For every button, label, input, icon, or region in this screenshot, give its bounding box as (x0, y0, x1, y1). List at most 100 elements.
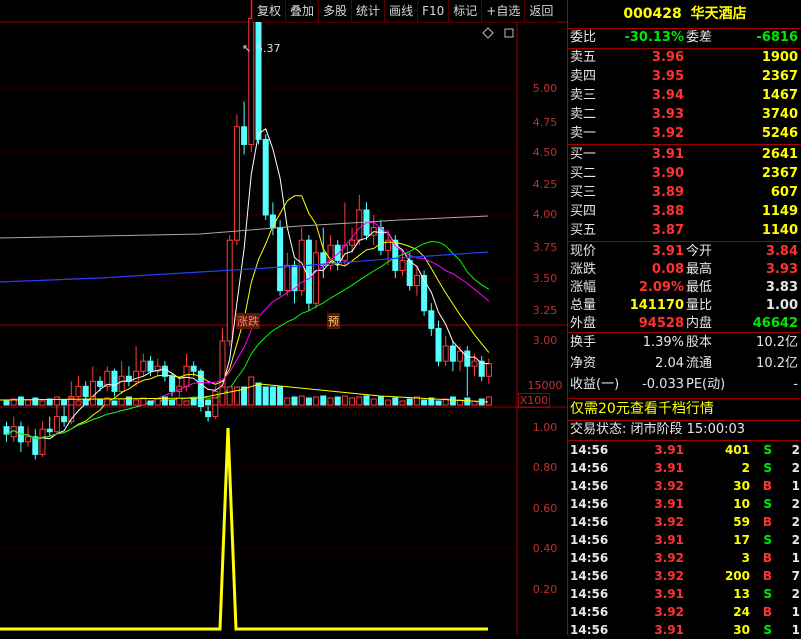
stat-value: 1.00 (765, 298, 798, 313)
tick-time: 14:56 (570, 551, 609, 565)
bid-volume: 1149 (761, 204, 798, 219)
volume-bar (320, 395, 327, 406)
volume-bar (75, 400, 82, 406)
stat-value: 3.83 (765, 280, 798, 295)
volume-bar (356, 396, 363, 406)
volume-bar (133, 399, 140, 406)
candle (111, 368, 118, 397)
stat-value: 0.08 (651, 262, 684, 277)
toolbar-button[interactable]: 画线 (384, 0, 417, 22)
tick-count: 1 (791, 623, 800, 637)
volume-bar (154, 398, 161, 406)
tick-row[interactable]: 14:56 3.91 17 S 2 (568, 531, 801, 549)
price-axis-label: 3.00 (532, 334, 558, 347)
candle (442, 335, 449, 367)
toolbar-button[interactable]: F10 (417, 0, 448, 22)
fundamental-value: 10.2亿 (756, 356, 798, 371)
tick-row[interactable]: 14:56 3.92 200 B 7 (568, 567, 801, 585)
tick-volume: 13 (733, 587, 750, 601)
candle (176, 376, 183, 397)
event-marker[interactable]: 涨跌 (236, 313, 260, 329)
price-axis-label: 4.25 (532, 178, 558, 191)
ask-price: 3.92 (651, 126, 684, 141)
candle (464, 346, 471, 397)
kline-chart-area[interactable]: ↖ 复权 叠加 多股 统计 画线 F10 标记 +自选 返回 5.00 4.75 4.50 4.… (0, 0, 567, 635)
stat-value: 3.84 (765, 244, 798, 259)
tick-volume: 24 (733, 605, 750, 619)
candle (161, 361, 168, 382)
price-axis-label: 5.00 (532, 82, 558, 95)
tick-row[interactable]: 14:56 3.92 59 B 2 (568, 513, 801, 531)
tick-side: B (762, 605, 772, 619)
candle (370, 215, 377, 246)
tick-count: 2 (791, 587, 800, 601)
fundamental-row: 换手 1.39% 股本 10.2亿 (568, 334, 801, 352)
volume-bar (169, 399, 176, 406)
stat-label: 涨跌 (570, 262, 597, 277)
candle (39, 421, 46, 457)
toolbar-button[interactable]: 返回 (524, 0, 557, 22)
promo-link[interactable]: 仅需20元查看千档行情 (568, 400, 801, 418)
tick-side: B (762, 569, 772, 583)
kline-chart[interactable]: ↖ (0, 0, 567, 635)
stat-label: 外盘 (570, 316, 597, 331)
candle (277, 220, 284, 296)
price-axis-label: 3.25 (532, 304, 558, 317)
tick-row[interactable]: 14:56 3.91 13 S 2 (568, 585, 801, 603)
volume-bar (277, 386, 284, 406)
toolbar-button[interactable]: 多股 (318, 0, 351, 22)
stat-label: 今开 (686, 244, 713, 259)
tick-row[interactable]: 14:56 3.92 30 B 1 (568, 477, 801, 495)
volume-bar (313, 396, 320, 406)
volume-bar (255, 382, 262, 406)
fundamental-label: 换手 (570, 335, 597, 350)
maximize-icon (504, 28, 514, 38)
bid-label: 买二 (570, 166, 597, 181)
bid-label: 买一 (570, 147, 597, 162)
candle (53, 401, 60, 435)
volume-bar (291, 396, 298, 406)
indicator-signal-line (0, 427, 488, 631)
bid-row: 买三 3.89 607 (568, 184, 801, 202)
stat-label: 量比 (686, 298, 713, 313)
volume-bar (53, 396, 60, 406)
ask-volume: 1900 (761, 50, 798, 65)
fundamental-value: 10.2亿 (756, 335, 798, 350)
toolbar-button[interactable]: 复权 (252, 0, 285, 22)
toolbar-button[interactable]: 统计 (351, 0, 384, 22)
tick-time: 14:56 (570, 479, 609, 493)
fundamental-label: 收益(一) (570, 377, 620, 392)
bid-label: 买四 (570, 204, 597, 219)
bid-label: 买五 (570, 223, 597, 238)
bid-row: 买五 3.87 1140 (568, 222, 801, 240)
volume-bar (327, 397, 334, 406)
price-axis-label: 4.00 (532, 208, 558, 221)
diamond-icon (482, 27, 494, 39)
tick-price: 3.91 (654, 623, 684, 637)
event-marker[interactable]: 预 (327, 313, 340, 329)
tick-row[interactable]: 14:56 3.92 3 B 1 (568, 549, 801, 567)
weibi-value: -30.13% (624, 30, 684, 45)
toolbar-button[interactable]: +自选 (481, 0, 524, 22)
ask-label: 卖五 (570, 50, 597, 65)
bid-price: 3.89 (651, 185, 684, 200)
stock-header: 000428 华天酒店 (568, 0, 801, 28)
candle (104, 366, 111, 392)
tick-price: 3.92 (654, 605, 684, 619)
ma60-line (0, 215, 489, 239)
tick-price: 3.91 (654, 587, 684, 601)
toolbar-button[interactable]: 叠加 (285, 0, 318, 22)
tick-row[interactable]: 14:56 3.91 30 S 1 (568, 621, 801, 639)
candle (327, 235, 334, 271)
candle (363, 202, 370, 241)
toolbar-button[interactable]: 标记 (448, 0, 481, 22)
tick-row[interactable]: 14:56 3.91 401 S 2 (568, 441, 801, 459)
volume-bar (363, 395, 370, 406)
tick-row[interactable]: 14:56 3.91 10 S 2 (568, 495, 801, 513)
tick-side: B (762, 551, 772, 565)
stock-name: 华天酒店 (690, 6, 747, 22)
tick-row[interactable]: 14:56 3.92 24 B 1 (568, 603, 801, 621)
tick-side: B (762, 515, 772, 529)
tick-time: 14:56 (570, 515, 609, 529)
tick-row[interactable]: 14:56 3.91 2 S 2 (568, 459, 801, 477)
